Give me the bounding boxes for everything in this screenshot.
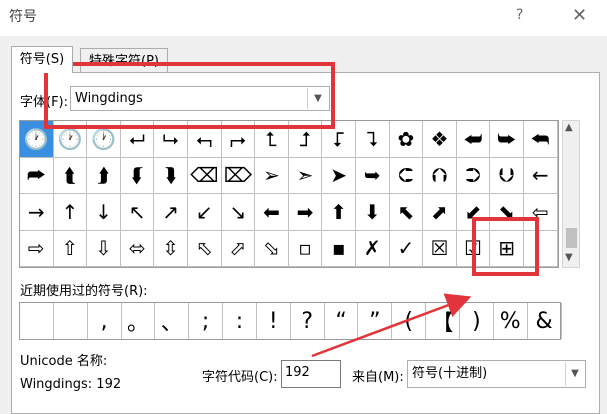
symbol-cell[interactable]: ↘ xyxy=(221,194,256,231)
symbol-cell[interactable]: ➣ xyxy=(288,157,323,194)
recent-symbols-grid: ,。、;:!? “”(【)% & xyxy=(19,302,562,340)
from-select[interactable]: 符号(十进制) ▼ xyxy=(407,360,586,388)
symbol-cell[interactable]: ⮭ xyxy=(87,157,121,194)
recent-symbol-cell[interactable] xyxy=(20,303,54,339)
symbol-cell[interactable]: ⇳ xyxy=(154,230,188,267)
symbol-cell[interactable]: ⬈ xyxy=(423,194,457,231)
symbol-cell[interactable]: ✗ xyxy=(355,230,390,267)
recent-symbol-cell[interactable]: ( xyxy=(392,303,427,339)
symbol-cell[interactable]: ▫ xyxy=(288,230,323,267)
symbol-cell[interactable]: ↑ xyxy=(53,194,88,231)
symbol-cell[interactable]: ↙ xyxy=(187,194,222,231)
symbol-cell[interactable]: ⮊ xyxy=(456,157,491,194)
symbol-cell[interactable]: ⬂ xyxy=(255,230,289,267)
symbol-cell[interactable]: ⬁ xyxy=(187,230,222,267)
recent-symbol-cell[interactable]: “ xyxy=(325,303,359,339)
symbol-cell[interactable]: ⬅ xyxy=(255,194,289,231)
char-code-input[interactable]: 192 xyxy=(281,360,341,388)
tab-symbols[interactable]: 符号(S) xyxy=(11,46,73,73)
scroll-down-icon[interactable]: ▼ xyxy=(565,252,573,263)
symbol-cell[interactable]: ⮧ xyxy=(355,121,390,158)
symbol-cell[interactable]: ⬉ xyxy=(389,194,424,231)
symbol-cell[interactable]: ⮬ xyxy=(53,157,88,194)
symbol-cell[interactable]: ↓ xyxy=(87,194,121,231)
symbol-cell[interactable]: ☒ xyxy=(423,230,457,267)
chevron-down-icon[interactable]: ▼ xyxy=(565,362,584,386)
symbol-cell[interactable]: ⬀ xyxy=(221,230,256,267)
symbol-cell[interactable]: ← xyxy=(523,157,558,194)
annotation-box-checkbox xyxy=(472,217,539,276)
symbol-cell[interactable]: ❖ xyxy=(423,121,457,158)
recent-symbol-cell[interactable]: & xyxy=(528,303,562,339)
window-title: 符号 xyxy=(9,9,37,25)
symbol-cell[interactable]: ⮋ xyxy=(490,157,524,194)
symbol-cell[interactable]: ⮨ xyxy=(456,121,491,158)
symbol-cell[interactable]: ➡ xyxy=(288,194,323,231)
unicode-name-label: Unicode 名称: xyxy=(20,354,108,369)
symbol-cell[interactable]: ⮉ xyxy=(423,157,457,194)
scroll-thumb[interactable] xyxy=(566,228,577,248)
recent-symbol-cell[interactable]: : xyxy=(223,303,257,339)
recent-symbol-cell[interactable]: ; xyxy=(189,303,224,339)
symbol-cell[interactable]: ⇩ xyxy=(87,230,121,267)
annotation-box-font xyxy=(44,62,335,129)
scroll-up-icon[interactable]: ▲ xyxy=(565,122,573,133)
symbol-cell[interactable]: ⇧ xyxy=(53,230,88,267)
symbol-cell[interactable]: ▪ xyxy=(322,230,356,267)
symbol-cell[interactable]: ⌦ xyxy=(221,157,256,194)
from-select-value: 符号(十进制) xyxy=(412,366,488,381)
recent-symbol-cell[interactable]: 。 xyxy=(122,303,156,339)
symbol-cell[interactable]: ↗ xyxy=(154,194,188,231)
symbol-cell[interactable]: → xyxy=(20,194,54,231)
symbol-cell[interactable]: ⮪ xyxy=(523,121,558,158)
close-button[interactable]: ✕ xyxy=(572,5,587,26)
symbol-cell[interactable]: ⬆ xyxy=(322,194,356,231)
symbol-cell[interactable]: ⬄ xyxy=(120,230,155,267)
symbol-cell[interactable]: ⬇ xyxy=(355,194,390,231)
symbol-cell[interactable]: ⮫ xyxy=(20,157,54,194)
symbol-cell[interactable]: ⇨ xyxy=(20,230,54,267)
unicode-name-value: Wingdings: 192 xyxy=(20,377,122,392)
from-label: 来自(M): xyxy=(352,370,404,385)
recent-symbols-label: 近期使用过的符号(R): xyxy=(20,284,148,299)
symbol-cell[interactable]: ➤ xyxy=(322,157,356,194)
char-code-label: 字符代码(C): xyxy=(202,370,278,385)
recent-symbol-cell[interactable] xyxy=(54,303,88,339)
symbol-cell[interactable]: ⮯ xyxy=(154,157,188,194)
recent-symbol-cell[interactable]: 【 xyxy=(426,303,460,339)
recent-symbol-cell[interactable]: ! xyxy=(257,303,291,339)
symbol-cell[interactable]: ⮈ xyxy=(389,157,424,194)
recent-symbol-cell[interactable]: ) xyxy=(460,303,494,339)
recent-symbol-cell[interactable]: , xyxy=(88,303,122,339)
recent-symbol-cell[interactable]: ” xyxy=(358,303,393,339)
symbol-cell[interactable]: ✓ xyxy=(389,230,424,267)
help-button[interactable]: ? xyxy=(516,7,523,23)
symbol-cell[interactable]: ⮩ xyxy=(490,121,524,158)
recent-symbol-cell[interactable]: % xyxy=(494,303,528,339)
symbol-cell[interactable]: ✿ xyxy=(389,121,424,158)
recent-symbol-cell[interactable]: 、 xyxy=(155,303,190,339)
recent-symbol-cell[interactable]: ? xyxy=(291,303,325,339)
symbol-cell[interactable]: ➢ xyxy=(255,157,289,194)
symbol-cell[interactable]: ⌫ xyxy=(187,157,222,194)
symbol-cell[interactable]: ⮮ xyxy=(120,157,155,194)
symbol-cell[interactable]: ↖ xyxy=(120,194,155,231)
symbol-cell[interactable]: ➥ xyxy=(355,157,390,194)
